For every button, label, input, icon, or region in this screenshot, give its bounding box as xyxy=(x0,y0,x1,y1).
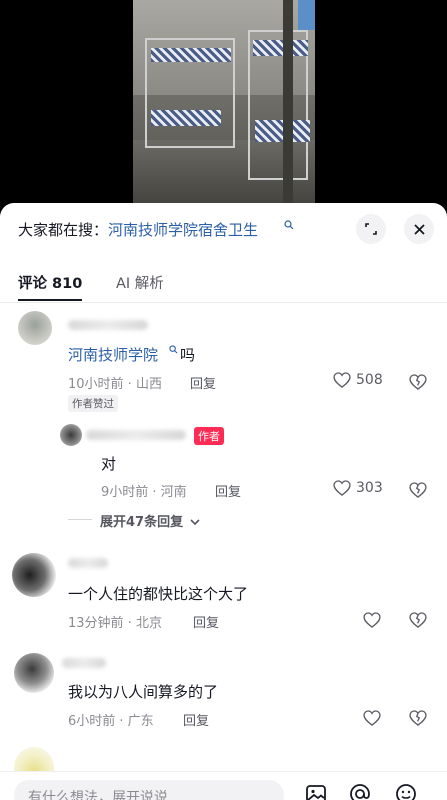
username[interactable] xyxy=(68,320,148,330)
expand-button[interactable] xyxy=(356,214,386,244)
bunk-mattress xyxy=(253,40,308,56)
username[interactable] xyxy=(86,430,186,440)
tab-active-indicator xyxy=(18,299,82,301)
comment-text: 河南技师学院 xyxy=(68,344,158,365)
reply-button[interactable]: 回复 xyxy=(215,481,241,500)
reply-button[interactable]: 回复 xyxy=(193,612,219,631)
chevron-down-icon xyxy=(190,519,200,526)
dislike-icon[interactable] xyxy=(408,708,428,728)
search-term-link[interactable]: 河南技师学院宿舍卫生 xyxy=(108,221,258,239)
tab-ai-analysis[interactable]: AI 解析 xyxy=(116,272,164,293)
search-suggestion-bar[interactable]: 大家都在搜：河南技师学院宿舍卫生 xyxy=(0,203,447,253)
search-prefix-label: 大家都在搜： xyxy=(18,221,109,239)
tab-bar: 评论 810 AI 解析 xyxy=(0,261,447,303)
expand-replies-label: 展开47条回复 xyxy=(100,515,184,530)
comment-meta: 6小时前 · 广东 xyxy=(68,714,154,729)
close-button[interactable] xyxy=(404,214,434,244)
avatar[interactable] xyxy=(60,424,82,446)
username[interactable] xyxy=(62,658,106,668)
video-curtain xyxy=(298,0,315,30)
expand-divider xyxy=(68,519,92,520)
comment-text: 我以为八人间算多的了 xyxy=(68,683,219,701)
dislike-icon[interactable] xyxy=(408,610,428,630)
like-button[interactable]: 508 xyxy=(332,370,383,390)
dislike-icon[interactable] xyxy=(408,480,428,500)
close-icon xyxy=(413,223,425,235)
dislike-icon[interactable] xyxy=(408,372,428,392)
author-liked-badge: 作者赞过 xyxy=(68,395,118,412)
like-count: 508 xyxy=(356,372,383,388)
comment-meta: 13分钟前 · 北京 xyxy=(68,616,162,631)
comment-input[interactable]: 有什么想法，展开说说 xyxy=(14,780,284,800)
avatar[interactable] xyxy=(14,653,54,693)
comment-meta: 9小时前 · 河南 xyxy=(101,485,187,500)
comment-text: 对 xyxy=(101,455,117,473)
heart-icon xyxy=(333,372,351,388)
video-pillar xyxy=(283,0,293,215)
comment-text: 一个人住的都快比这个大了 xyxy=(68,585,249,603)
search-icon xyxy=(284,220,294,230)
comment-link[interactable]: 河南技师学院 xyxy=(68,346,158,364)
username[interactable] xyxy=(68,558,108,568)
reply-button[interactable]: 回复 xyxy=(190,373,216,392)
heart-icon[interactable] xyxy=(362,610,382,630)
expand-icon xyxy=(365,223,377,235)
bunk-mattress xyxy=(151,48,231,62)
at-icon[interactable] xyxy=(348,782,372,800)
like-count: 303 xyxy=(356,480,383,496)
comment-sheet: 大家都在搜：河南技师学院宿舍卫生 评论 810 AI 解析 河南技师学院 吗 1… xyxy=(0,203,447,800)
search-icon xyxy=(169,345,178,354)
image-icon[interactable] xyxy=(304,782,328,800)
video-player[interactable] xyxy=(0,0,447,215)
avatar[interactable] xyxy=(18,311,52,345)
search-suggestion[interactable]: 大家都在搜：河南技师学院宿舍卫生 xyxy=(18,219,258,240)
comment-text-rest: 吗 xyxy=(180,346,196,364)
author-badge: 作者 xyxy=(194,427,224,445)
emoji-icon[interactable] xyxy=(394,782,418,800)
tab-comments[interactable]: 评论 810 xyxy=(18,272,82,293)
heart-icon[interactable] xyxy=(362,708,382,728)
comment-input-bar: 有什么想法，展开说说 xyxy=(0,771,447,800)
bunk-mattress xyxy=(151,110,221,126)
like-button[interactable]: 303 xyxy=(332,478,383,498)
heart-icon xyxy=(333,480,351,496)
video-frame xyxy=(133,0,315,215)
reply-button[interactable]: 回复 xyxy=(183,710,209,729)
comment-meta: 10小时前 · 山西 xyxy=(68,377,162,392)
expand-replies-button[interactable]: 展开47条回复 xyxy=(100,511,200,530)
avatar[interactable] xyxy=(12,553,56,597)
